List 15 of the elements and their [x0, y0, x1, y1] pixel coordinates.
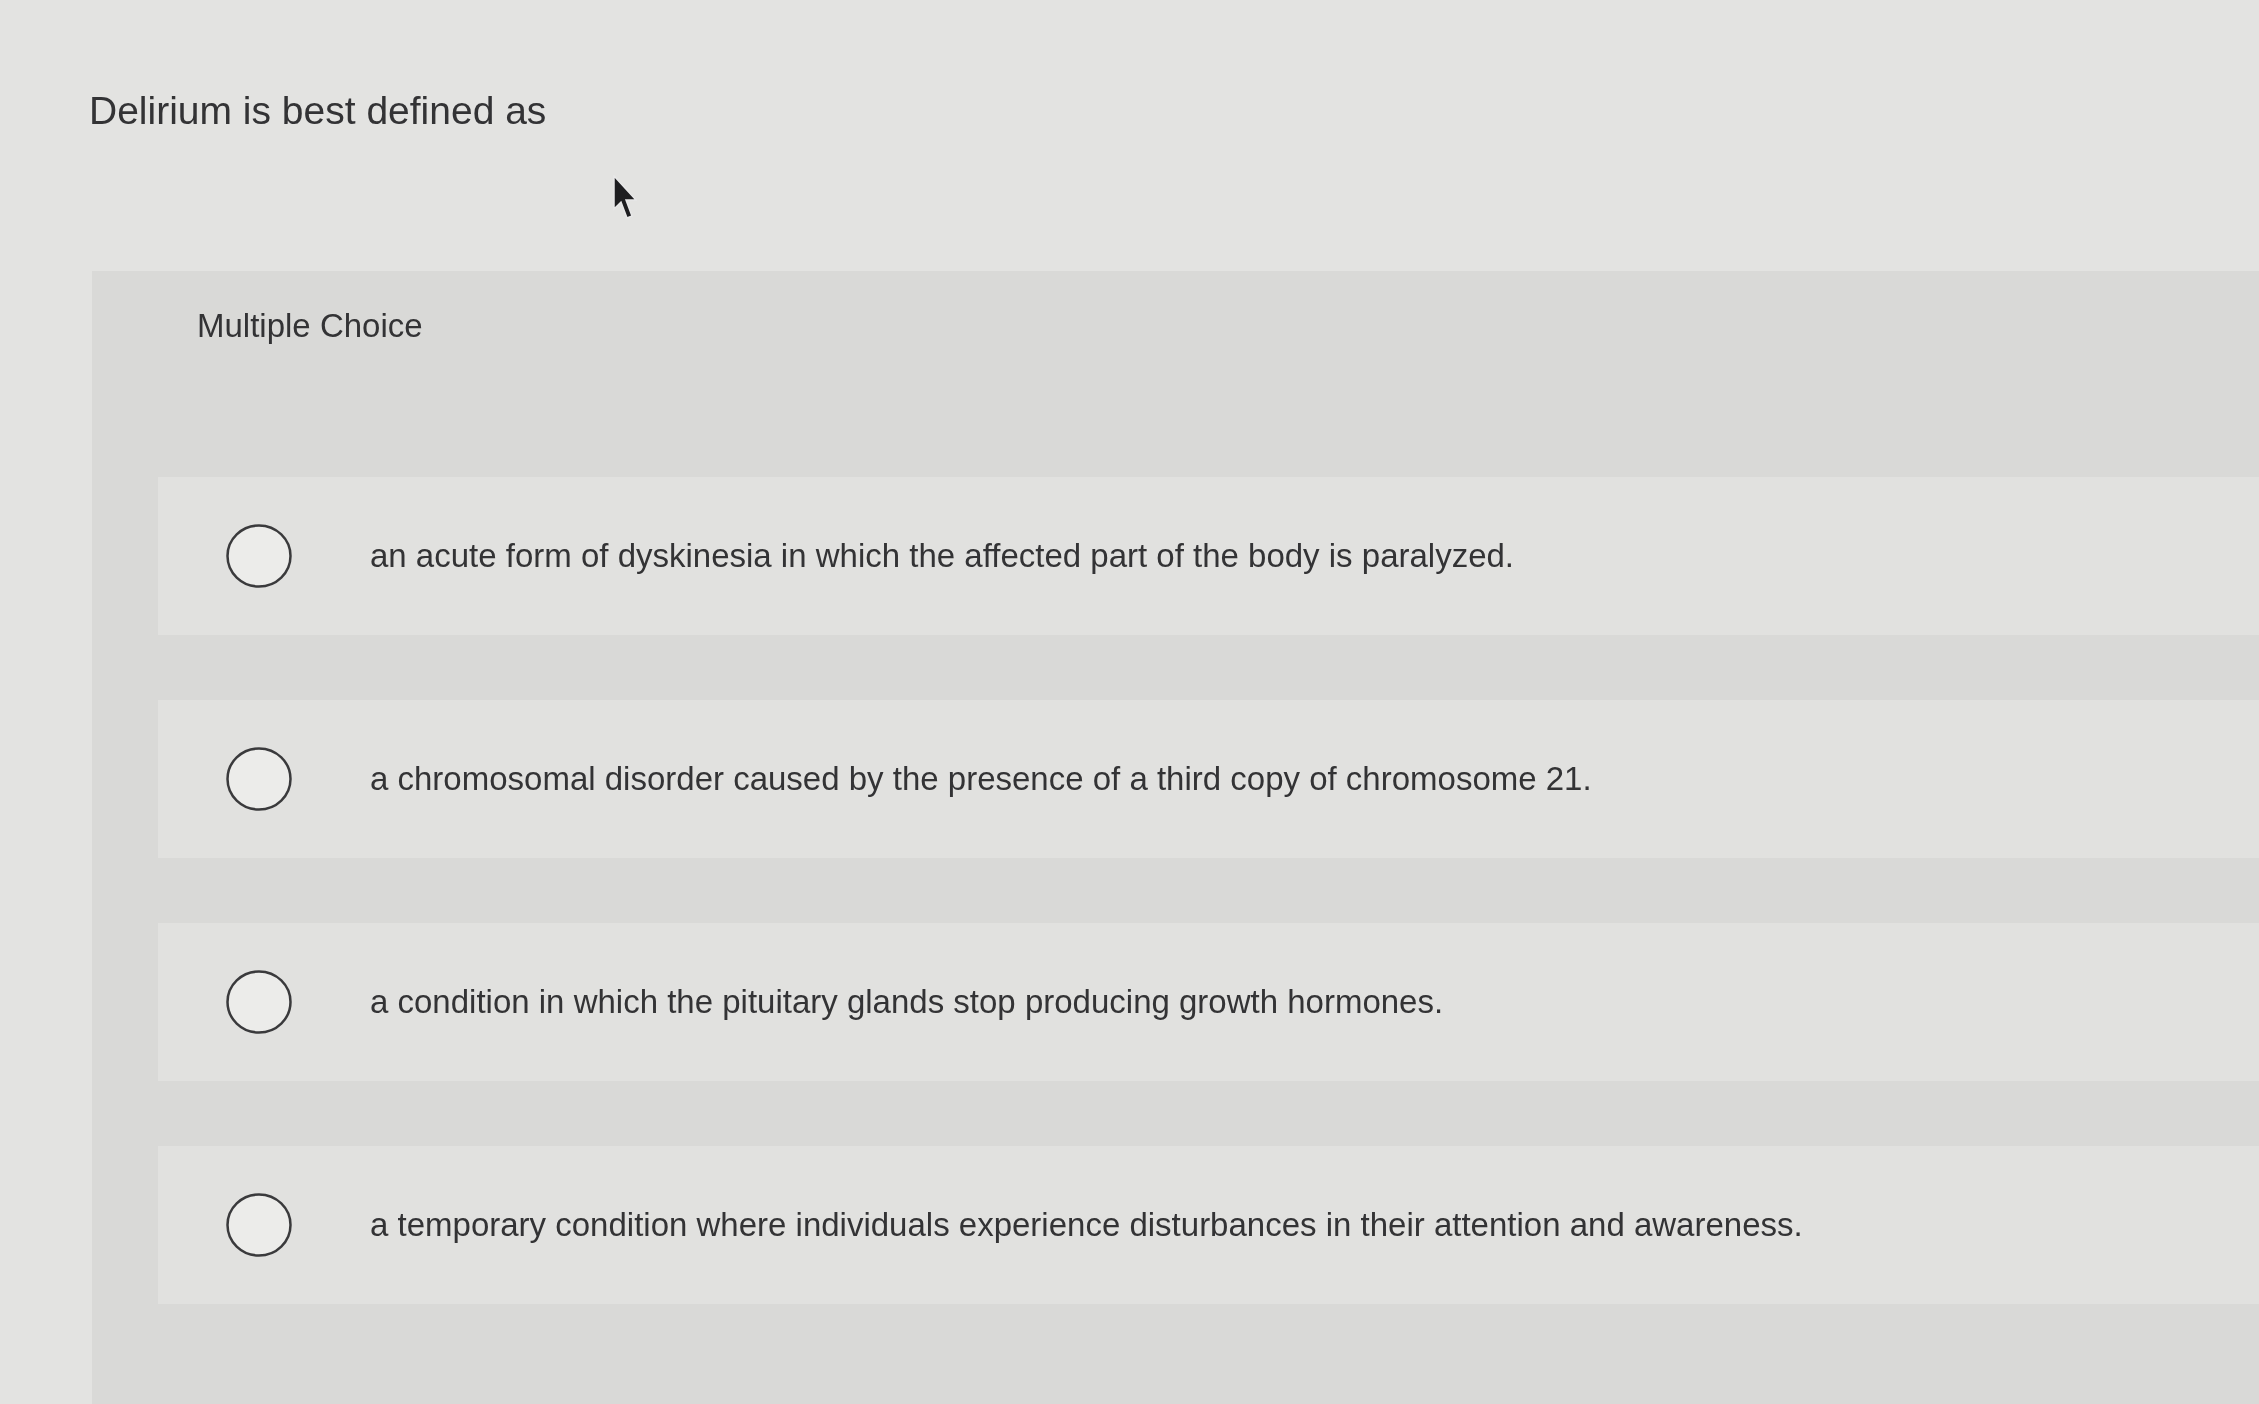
radio-button[interactable]: [226, 747, 292, 811]
cursor-icon: [613, 175, 637, 219]
section-label: Multiple Choice: [197, 307, 423, 345]
answer-option[interactable]: a temporary condition where individuals experience disturbances in their attention and awareness.: [158, 1146, 2259, 1304]
radio-button[interactable]: [226, 1193, 292, 1257]
option-text: a chromosomal disorder caused by the presence of a third copy of chromosome 21.: [370, 759, 1592, 799]
answer-option[interactable]: an acute form of dyskinesia in which the affected part of the body is paralyzed.: [158, 477, 2259, 635]
radio-button[interactable]: [226, 970, 292, 1034]
option-text: a temporary condition where individuals experience disturbances in their attention and awareness.: [370, 1205, 1803, 1245]
answer-option[interactable]: a chromosomal disorder caused by the presence of a third copy of chromosome 21.: [158, 700, 2259, 858]
question-text: Delirium is best defined as: [89, 89, 547, 133]
radio-button[interactable]: [226, 524, 292, 588]
option-text: a condition in which the pituitary glands stop producing growth hormones.: [370, 982, 1444, 1022]
answer-option[interactable]: a condition in which the pituitary glands stop producing growth hormones.: [158, 923, 2259, 1081]
option-text: an acute form of dyskinesia in which the affected part of the body is paralyzed.: [370, 536, 1515, 576]
